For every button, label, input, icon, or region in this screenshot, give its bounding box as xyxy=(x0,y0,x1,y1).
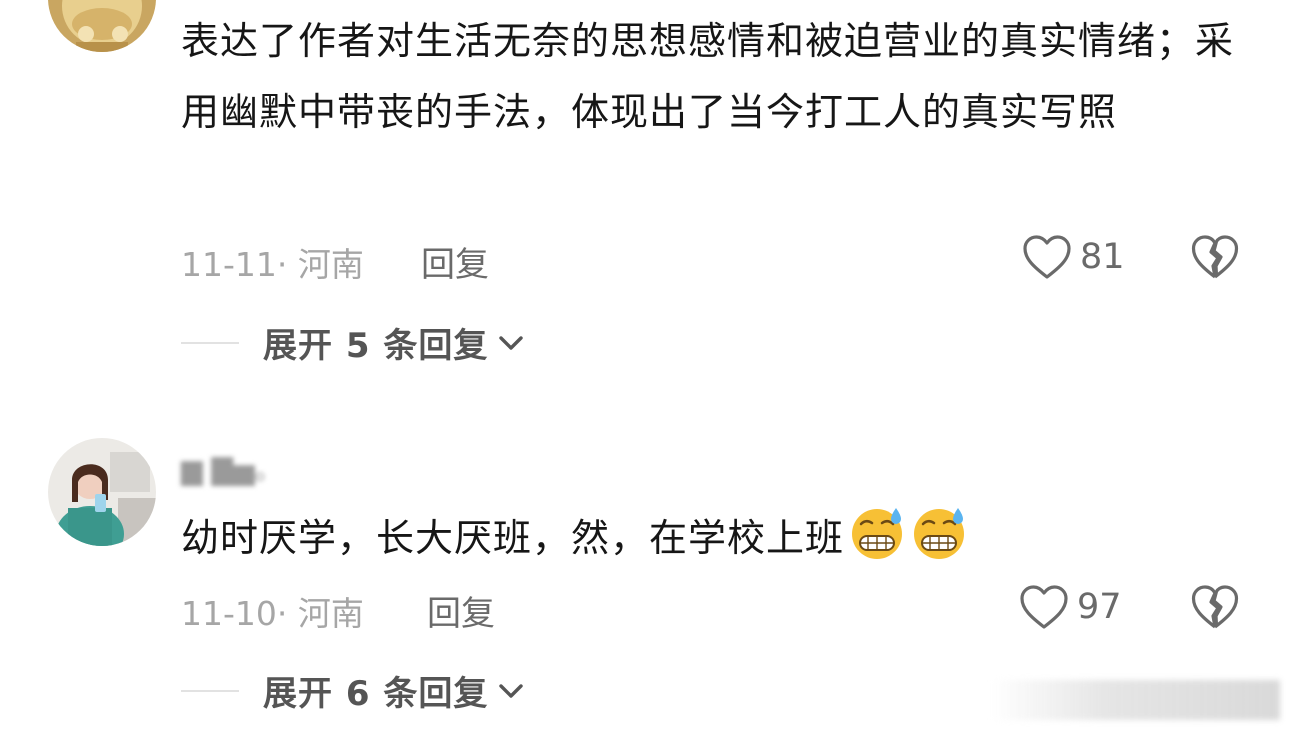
avatar-image xyxy=(48,0,156,52)
chevron-down-icon xyxy=(499,335,524,350)
heart-outline-icon xyxy=(1023,235,1071,279)
reply-button[interactable]: 回复 xyxy=(427,586,495,635)
like-count: 97 xyxy=(1077,587,1122,627)
comment-text: 表达了作者对生活无奈的思想感情和被迫营业的真实情绪；采用幽默中带丧的手法，体现出… xyxy=(181,19,1235,134)
expand-replies-button[interactable]: 展开 6 条回复 xyxy=(181,666,524,715)
like-button[interactable]: 81 xyxy=(1022,234,1125,280)
grimacing-sweat-emoji xyxy=(852,508,903,559)
broken-heart-icon xyxy=(1191,235,1239,279)
comment-date-location: 11-10· 河南 xyxy=(181,594,364,633)
avatar[interactable] xyxy=(48,0,156,52)
chevron-down-icon xyxy=(499,683,524,698)
like-button[interactable]: 97 xyxy=(1019,584,1122,630)
comment-list: 表达了作者对生活无奈的思想感情和被迫营业的真实情绪；采用幽默中带丧的手法，体现出… xyxy=(0,0,1290,730)
watermark xyxy=(990,680,1280,720)
reply-button[interactable]: 回复 xyxy=(421,237,489,286)
comment-date-location: 11-11· 河南 xyxy=(181,245,364,284)
comment-text: 幼时厌学，长大厌班，然，在学校上班 xyxy=(181,516,845,560)
avatar-image xyxy=(48,438,156,546)
expand-replies-label: 展开 5 条回复 xyxy=(263,326,489,366)
broken-heart-icon xyxy=(1191,585,1239,629)
expand-replies-button[interactable]: 展开 5 条回复 xyxy=(181,318,524,367)
dislike-button[interactable] xyxy=(1191,234,1239,284)
heart-outline-icon xyxy=(1020,585,1068,629)
expand-replies-label: 展开 6 条回复 xyxy=(263,674,489,714)
avatar[interactable] xyxy=(48,438,156,546)
divider-line xyxy=(181,689,239,692)
username-blurred[interactable]: ▆ ▇▅。 xyxy=(181,448,283,488)
dislike-button[interactable] xyxy=(1191,584,1239,634)
divider-line xyxy=(181,341,239,344)
comment-content: 幼时厌学，长大厌班，然，在学校上班 xyxy=(181,503,1251,574)
like-count: 81 xyxy=(1080,237,1125,277)
grimacing-sweat-emoji xyxy=(914,508,965,559)
